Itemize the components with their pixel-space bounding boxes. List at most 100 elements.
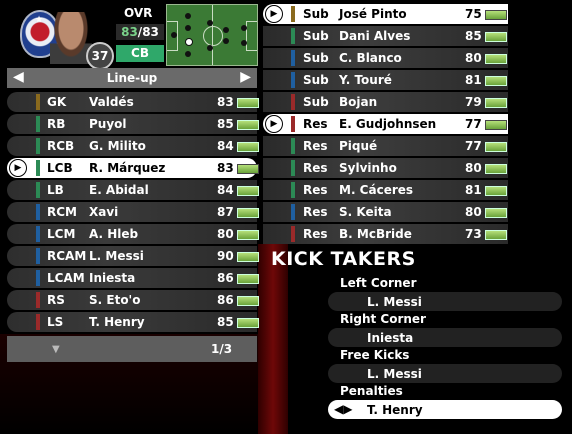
- position-color-bar: [291, 94, 295, 110]
- player-position: Res: [303, 161, 328, 175]
- player-name: G. Milito: [89, 139, 146, 153]
- player-position: Res: [303, 117, 328, 131]
- player-position: RCB: [47, 139, 75, 153]
- player-row[interactable]: Sub C. Blanco 80: [263, 48, 508, 68]
- player-ovr: 81: [465, 183, 482, 197]
- player-name: Valdés: [89, 95, 134, 109]
- player-position: Sub: [303, 95, 329, 109]
- player-position: GK: [47, 95, 67, 109]
- stamina-meter: [237, 252, 259, 262]
- player-position: RB: [47, 117, 66, 131]
- player-row[interactable]: Res Piqué 77: [263, 136, 508, 156]
- ovr-label: OVR: [124, 6, 153, 20]
- scroll-down-icon[interactable]: ▼: [52, 344, 60, 355]
- lineup-header: ◀ Line-up ▶: [7, 68, 257, 88]
- player-row[interactable]: RS S. Eto'o 86: [7, 290, 259, 310]
- formation-pitch[interactable]: [166, 4, 258, 66]
- player-row[interactable]: Res B. McBride 73: [263, 224, 508, 244]
- position-color-bar: [291, 6, 295, 22]
- player-row[interactable]: Sub Dani Alves 85: [263, 26, 508, 46]
- left-right-arrows-icon[interactable]: ◀▶: [334, 402, 352, 416]
- player-row[interactable]: Res S. Keita 80: [263, 202, 508, 222]
- stamina-meter: [237, 296, 259, 306]
- player-name: R. Márquez: [89, 161, 166, 175]
- position-color-bar: [36, 138, 40, 154]
- player-row[interactable]: ▶ LCB R. Márquez 83: [7, 158, 259, 178]
- player-ovr: 84: [217, 139, 234, 153]
- player-name: Piqué: [339, 139, 378, 153]
- free-kicks-taker[interactable]: L. Messi: [328, 364, 562, 383]
- position-color-bar: [291, 72, 295, 88]
- player-ovr: 90: [217, 249, 234, 263]
- right-corner-taker[interactable]: Iniesta: [328, 328, 562, 347]
- player-ovr: 85: [217, 315, 234, 329]
- lineup-pager: ▼ 1/3: [7, 336, 257, 362]
- player-name: Dani Alves: [339, 29, 411, 43]
- stamina-meter: [485, 186, 507, 196]
- position-color-bar: [36, 160, 40, 176]
- player-row[interactable]: RCB G. Milito 84: [7, 136, 259, 156]
- right-corner-label: Right Corner: [340, 312, 426, 326]
- stamina-meter: [237, 98, 259, 108]
- player-row[interactable]: LS T. Henry 85: [7, 312, 259, 332]
- player-ovr: 80: [465, 51, 482, 65]
- player-ovr: 73: [465, 227, 482, 241]
- position-color-bar: [36, 226, 40, 242]
- player-position: LCM: [47, 227, 76, 241]
- player-name: Puyol: [89, 117, 127, 131]
- player-row[interactable]: Res Sylvinho 80: [263, 158, 508, 178]
- player-row[interactable]: GK Valdés 83: [7, 92, 259, 112]
- player-position: RCM: [47, 205, 77, 219]
- kick-takers-title: KICK TAKERS: [271, 248, 416, 270]
- ovr-max: 83: [142, 25, 159, 39]
- position-color-bar: [36, 292, 40, 308]
- player-name: M. Cáceres: [339, 183, 414, 197]
- position-color-bar: [36, 314, 40, 330]
- player-name: Iniesta: [89, 271, 136, 285]
- position-color-bar: [291, 116, 295, 132]
- player-row[interactable]: RCM Xavi 87: [7, 202, 259, 222]
- penalties-label: Penalties: [340, 384, 403, 398]
- player-name: A. Hleb: [89, 227, 139, 241]
- player-row[interactable]: LCM A. Hleb 80: [7, 224, 259, 244]
- stamina-meter: [485, 54, 507, 64]
- stamina-meter: [485, 164, 507, 174]
- player-position: LB: [47, 183, 64, 197]
- next-arrow-icon[interactable]: ▶: [240, 69, 251, 85]
- player-row[interactable]: LB E. Abidal 84: [7, 180, 259, 200]
- player-ovr: 81: [465, 73, 482, 87]
- position-color-bar: [291, 226, 295, 242]
- player-name: José Pinto: [339, 7, 407, 21]
- player-row[interactable]: RB Puyol 85: [7, 114, 259, 134]
- player-row[interactable]: ▶ Sub José Pinto 75: [263, 4, 508, 24]
- player-position: Sub: [303, 7, 329, 21]
- player-row[interactable]: Res M. Cáceres 81: [263, 180, 508, 200]
- position-color-bar: [36, 248, 40, 264]
- player-name: Bojan: [339, 95, 378, 109]
- player-row[interactable]: Sub Y. Touré 81: [263, 70, 508, 90]
- player-name: C. Blanco: [339, 51, 402, 65]
- player-position: RCAM: [47, 249, 87, 263]
- player-row[interactable]: Sub Bojan 79: [263, 92, 508, 112]
- penalties-taker[interactable]: ◀▶ T. Henry: [328, 400, 562, 419]
- player-ovr: 84: [217, 183, 234, 197]
- player-row[interactable]: ▶ Res E. Gudjohnsen 77: [263, 114, 508, 134]
- ovr-values: 83/83: [116, 24, 164, 40]
- player-ovr: 75: [465, 7, 482, 21]
- player-rating-badge: 37: [86, 42, 114, 70]
- position-color-bar: [291, 160, 295, 176]
- position-color-bar: [36, 94, 40, 110]
- player-ovr: 77: [465, 139, 482, 153]
- play-icon: ▶: [265, 115, 283, 133]
- player-position: LCAM: [47, 271, 85, 285]
- player-name: S. Eto'o: [89, 293, 141, 307]
- player-name: T. Henry: [89, 315, 145, 329]
- stamina-meter: [485, 208, 507, 218]
- player-row[interactable]: RCAM L. Messi 90: [7, 246, 259, 266]
- player-position: Res: [303, 227, 328, 241]
- player-ovr: 86: [217, 293, 234, 307]
- left-corner-taker[interactable]: L. Messi: [328, 292, 562, 311]
- stamina-meter: [237, 318, 259, 328]
- player-row[interactable]: LCAM Iniesta 86: [7, 268, 259, 288]
- player-name: E. Abidal: [89, 183, 149, 197]
